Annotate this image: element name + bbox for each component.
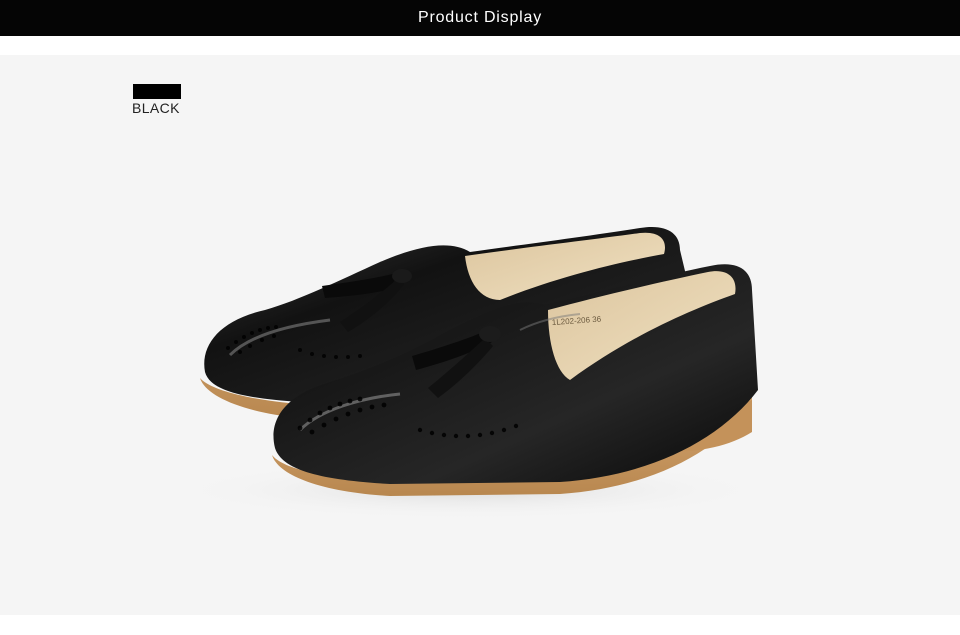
color-swatch <box>133 84 181 99</box>
section-title: Product Display <box>417 9 543 26</box>
shoe-image: 1L202-206 36 <box>170 226 770 520</box>
section-header-bar: Product Display <box>0 0 960 36</box>
product-photo-area: 1L202-206 36 BLACK <box>0 55 960 615</box>
product-display-page: Product Display 1L202-206 36 BLACK <box>0 0 960 635</box>
color-label: BLACK <box>132 100 180 116</box>
